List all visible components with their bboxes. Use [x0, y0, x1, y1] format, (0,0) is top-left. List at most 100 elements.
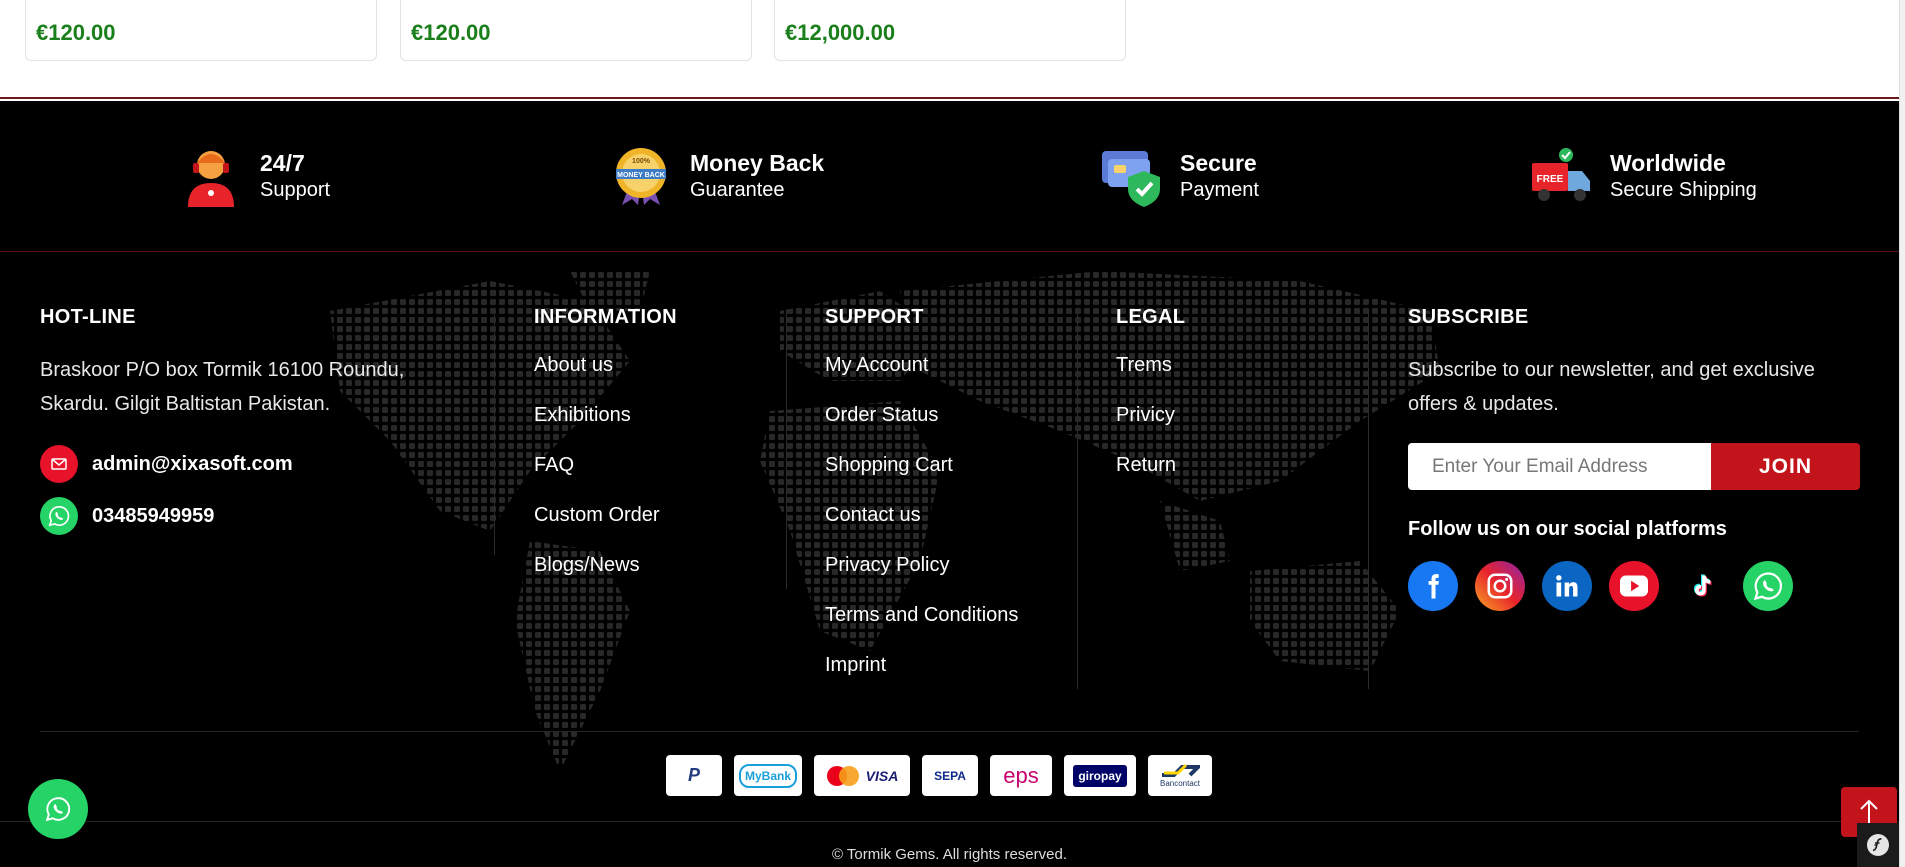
feature-worldwide-shipping: FREE Worldwide Secure Shipping: [1530, 145, 1757, 207]
feature-title: 24/7: [260, 150, 305, 176]
free-shipping-truck-icon: FREE: [1532, 148, 1590, 201]
link-about-us[interactable]: About us: [534, 353, 677, 377]
legal-column: LEGAL Trems Privicy Return: [1116, 306, 1185, 503]
facebook-icon[interactable]: [1408, 561, 1458, 611]
column-divider: [1368, 309, 1369, 689]
money-back-badge-icon: MONEY BACK 100%: [616, 148, 666, 205]
support-agent-icon: [188, 151, 234, 207]
column-divider: [786, 309, 787, 589]
page-scrollbar[interactable]: [1899, 0, 1905, 867]
link-my-account[interactable]: My Account: [825, 353, 1018, 377]
mybank-icon: MyBank: [734, 755, 802, 796]
footer-divider: [0, 821, 1899, 822]
payment-label: MyBank: [738, 763, 797, 788]
payment-label: Bancontact: [1159, 779, 1201, 788]
phone-row[interactable]: 03485949959: [40, 497, 440, 535]
link-shopping-cart[interactable]: Shopping Cart: [825, 453, 1018, 477]
footer-divider: [40, 731, 1859, 732]
subscribe-text: Subscribe to our newsletter, and get exc…: [1408, 359, 1815, 415]
whatsapp-icon[interactable]: [1743, 561, 1793, 611]
contact-phone[interactable]: 03485949959: [92, 505, 214, 528]
link-contact-us[interactable]: Contact us: [825, 503, 1018, 527]
bancontact-logo-icon: [1162, 763, 1200, 777]
support-column: SUPPORT My Account Order Status Shopping…: [825, 306, 1018, 703]
mail-icon: [40, 445, 78, 483]
link-faq[interactable]: FAQ: [534, 453, 677, 477]
follow-title: Follow us on our social platforms: [1408, 518, 1727, 540]
product-card[interactable]: €120.00: [400, 0, 752, 61]
tiktok-icon[interactable]: [1676, 561, 1726, 611]
payment-label: giropay: [1073, 764, 1127, 787]
copyright-text: © Tormik Gems. All rights reserved.: [831, 846, 1067, 863]
hotline-address: Braskoor P/O box Tormik 16100 Roundu, Sk…: [40, 359, 405, 415]
eps-icon: eps: [990, 755, 1052, 796]
product-price: €120.00: [36, 20, 116, 45]
product-card[interactable]: €120.00: [25, 0, 377, 61]
features-bar: 24/7 Support MONEY BACK 100% Money Back …: [0, 101, 1899, 252]
feature-title: Worldwide: [1610, 150, 1726, 176]
feature-subtitle: Payment: [1180, 179, 1259, 201]
link-return[interactable]: Return: [1116, 453, 1185, 477]
email-row[interactable]: admin@xixasoft.com: [40, 445, 440, 483]
feature-subtitle: Secure Shipping: [1610, 179, 1757, 201]
bancontact-icon: Bancontact: [1148, 755, 1212, 796]
subscribe-title: SUBSCRIBE: [1408, 306, 1529, 328]
product-card[interactable]: €12,000.00: [774, 0, 1126, 61]
feature-title: Money Back: [690, 150, 825, 176]
link-imprint[interactable]: Imprint: [825, 653, 1018, 677]
information-column: INFORMATION About us Exhibitions FAQ Cus…: [534, 306, 677, 603]
link-blogs-news[interactable]: Blogs/News: [534, 553, 677, 577]
subscribe-column: SUBSCRIBE Subscribe to our newsletter, a…: [1408, 306, 1863, 611]
email-input[interactable]: [1408, 443, 1711, 490]
whatsapp-icon: [45, 797, 71, 822]
link-order-status[interactable]: Order Status: [825, 403, 1018, 427]
payment-label: SEPA: [934, 768, 966, 783]
instagram-icon[interactable]: [1475, 561, 1525, 611]
svg-text:MONEY BACK: MONEY BACK: [617, 172, 665, 179]
payment-methods: P MyBank VISA SEPA eps giropay Bancontac…: [666, 755, 1224, 796]
social-links: [1408, 561, 1863, 611]
svg-text:FREE: FREE: [1537, 174, 1564, 185]
hotline-column: HOT-LINE Braskoor P/O box Tormik 16100 R…: [40, 306, 440, 535]
link-terms-conditions[interactable]: Terms and Conditions: [825, 603, 1018, 627]
feature-secure-payment: Secure Payment: [1100, 145, 1259, 207]
product-price: €12,000.00: [785, 20, 896, 45]
feature-money-back: MONEY BACK 100% Money Back Guarantee: [610, 145, 824, 207]
paypal-icon: P: [666, 755, 722, 796]
link-terms[interactable]: Trems: [1116, 353, 1185, 377]
link-custom-order[interactable]: Custom Order: [534, 503, 677, 527]
hotline-title: HOT-LINE: [40, 306, 136, 328]
secure-payment-icon: [1102, 151, 1160, 207]
feature-support: 24/7 Support: [180, 145, 330, 207]
subscribe-form: JOIN: [1408, 443, 1860, 490]
mastercard-icon: [826, 765, 859, 786]
support-title: SUPPORT: [825, 306, 924, 328]
youtube-icon[interactable]: [1609, 561, 1659, 611]
mastercard-visa-icon: VISA: [814, 755, 910, 796]
link-privacy-policy[interactable]: Privacy Policy: [825, 553, 1018, 577]
payment-label: eps: [1003, 762, 1039, 788]
contact-email[interactable]: admin@xixasoft.com: [92, 453, 293, 476]
payment-label: P: [687, 765, 700, 785]
column-divider: [494, 309, 495, 555]
arrow-up-icon: [1860, 799, 1878, 824]
product-strip: €120.00 €120.00 €12,000.00: [0, 0, 1905, 99]
site-footer: 24/7 Support MONEY BACK 100% Money Back …: [0, 101, 1899, 867]
svg-text:100%: 100%: [632, 158, 651, 165]
giropay-icon: giropay: [1064, 755, 1136, 796]
link-privacy[interactable]: Privicy: [1116, 403, 1185, 427]
legal-title: LEGAL: [1116, 306, 1186, 328]
whatsapp-floating-button[interactable]: [28, 779, 88, 839]
join-button[interactable]: JOIN: [1711, 443, 1860, 490]
link-exhibitions[interactable]: Exhibitions: [534, 403, 677, 427]
product-price: €120.00: [411, 20, 491, 45]
feature-subtitle: Guarantee: [690, 179, 785, 201]
sepa-icon: SEPA: [922, 755, 978, 796]
column-divider: [1077, 309, 1078, 689]
linkedin-icon[interactable]: [1542, 561, 1592, 611]
symfony-toolbar-icon[interactable]: [1857, 823, 1899, 867]
feature-subtitle: Support: [260, 179, 331, 201]
information-title: INFORMATION: [534, 306, 677, 328]
whatsapp-icon: [40, 497, 78, 535]
feature-title: Secure: [1180, 150, 1257, 176]
